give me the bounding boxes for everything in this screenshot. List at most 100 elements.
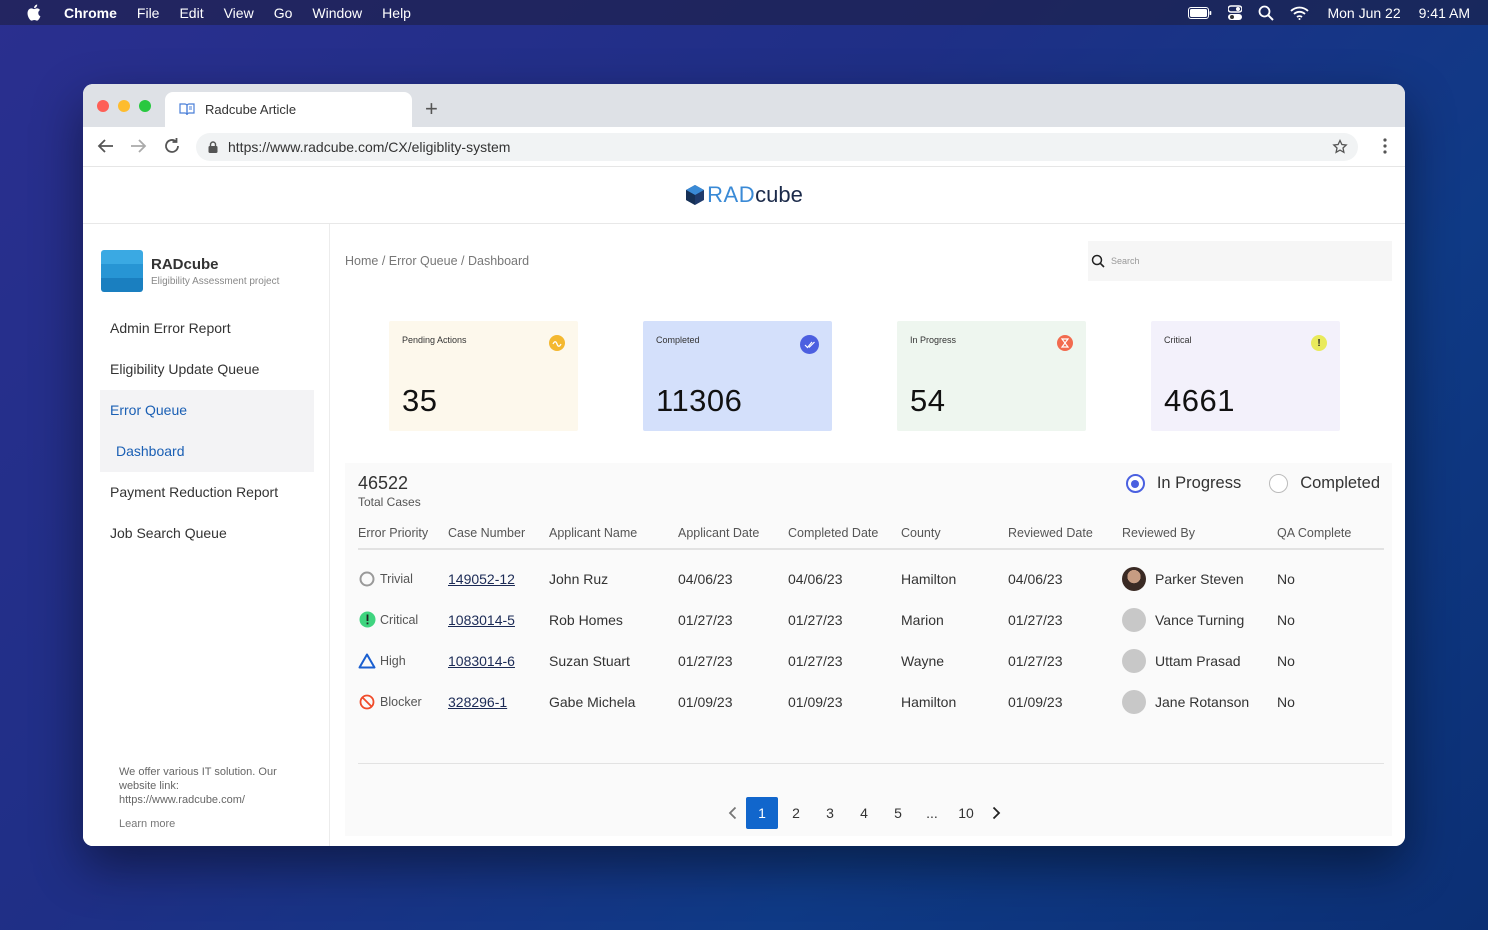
- chevron-right-icon[interactable]: [983, 797, 1009, 829]
- reviewer-cell: Uttam Prasad: [1122, 648, 1277, 673]
- address-bar[interactable]: https://www.radcube.com/CX/eligiblity-sy…: [196, 133, 1358, 161]
- double-check-icon: [800, 335, 819, 354]
- sidebar-footer-text: We offer various IT solution. Our websit…: [119, 766, 277, 806]
- avatar[interactable]: [1122, 607, 1146, 632]
- search-placeholder: Search: [1111, 256, 1140, 266]
- column-header-reviewed-date[interactable]: Reviewed Date: [1008, 517, 1122, 550]
- column-header-case-number[interactable]: Case Number: [448, 517, 549, 550]
- filter-in-progress-label[interactable]: In Progress: [1157, 474, 1241, 493]
- control-center-icon[interactable]: [1228, 4, 1243, 21]
- column-header-applicant-date[interactable]: Applicant Date: [678, 517, 788, 550]
- card-label: Critical: [1164, 335, 1192, 345]
- filter-completed-radio[interactable]: Completed: [1269, 474, 1380, 493]
- column-header-applicant-name[interactable]: Applicant Name: [549, 517, 678, 550]
- pending-clock-icon: [549, 335, 565, 351]
- url-text[interactable]: https://www.radcube.com/CX/eligiblity-sy…: [228, 139, 510, 155]
- tab-title: Radcube Article: [205, 102, 297, 117]
- menu-view[interactable]: View: [224, 5, 254, 21]
- reviewer-name: Uttam Prasad: [1155, 652, 1241, 669]
- radio-unselected-icon[interactable]: [1269, 474, 1289, 493]
- minimize-window-button[interactable]: [118, 100, 130, 112]
- page-3-button[interactable]: 3: [814, 797, 846, 829]
- search-input[interactable]: Search: [1088, 241, 1392, 281]
- menu-help[interactable]: Help: [382, 5, 411, 21]
- forward-arrow-icon[interactable]: [129, 137, 147, 155]
- project-logo: [101, 250, 143, 292]
- menu-bar: Chrome File Edit View Go Window Help Mon…: [0, 0, 1488, 25]
- page-10-button[interactable]: 10: [950, 797, 982, 829]
- card-label: Completed: [656, 335, 700, 345]
- qa-complete: No: [1277, 611, 1295, 628]
- avatar[interactable]: [1122, 566, 1146, 591]
- column-header-qa-complete[interactable]: QA Complete: [1277, 517, 1384, 550]
- table-row[interactable]: Critical 1083014-5 Rob Homes 01/27/23 01…: [358, 599, 1384, 640]
- sidebar-item-eligibility-update-queue[interactable]: Eligibility Update Queue: [100, 349, 314, 390]
- close-window-button[interactable]: [97, 100, 109, 112]
- stat-card-pending-actions[interactable]: Pending Actions 35: [389, 321, 578, 431]
- browser-tab[interactable]: Radcube Article: [165, 92, 412, 127]
- avatar[interactable]: [1122, 689, 1146, 714]
- page-4-button[interactable]: 4: [848, 797, 880, 829]
- high-triangle-icon: [358, 652, 376, 670]
- applicant-name: John Ruz: [549, 570, 609, 587]
- apple-icon[interactable]: [26, 4, 46, 21]
- reviewed-date: 01/27/23: [1008, 611, 1063, 628]
- sidebar-item-payment-reduction-report[interactable]: Payment Reduction Report: [100, 472, 314, 513]
- reviewer-name: Vance Turning: [1155, 611, 1245, 628]
- sidebar-header: RADcube Eligibility Assessment project: [101, 250, 279, 292]
- sidebar-item-dashboard[interactable]: Dashboard: [100, 431, 314, 472]
- wifi-icon[interactable]: [1290, 6, 1310, 20]
- browser-toolbar: https://www.radcube.com/CX/eligiblity-sy…: [83, 127, 1405, 167]
- table-row[interactable]: Trivial 149052-12 John Ruz 04/06/23 04/0…: [358, 549, 1384, 599]
- learn-more-link[interactable]: Learn more: [119, 817, 299, 831]
- menubar-date[interactable]: Mon Jun 22: [1327, 5, 1400, 21]
- stat-card-critical[interactable]: Critical ! 4661: [1151, 321, 1340, 431]
- reload-icon[interactable]: [163, 137, 181, 155]
- case-number-link[interactable]: 149052-12: [448, 571, 515, 587]
- column-header-completed-date[interactable]: Completed Date: [788, 517, 901, 550]
- qa-complete: No: [1277, 570, 1295, 587]
- zoom-window-button[interactable]: [139, 100, 151, 112]
- battery-icon[interactable]: [1188, 6, 1212, 19]
- filter-completed-label[interactable]: Completed: [1300, 474, 1380, 493]
- case-number-link[interactable]: 1083014-5: [448, 612, 515, 628]
- column-header-error-priority[interactable]: Error Priority: [358, 517, 448, 550]
- menu-app-name[interactable]: Chrome: [64, 5, 117, 21]
- new-tab-button[interactable]: +: [425, 96, 438, 122]
- radcube-logo[interactable]: RAD cube: [685, 182, 803, 208]
- column-header-reviewed-by[interactable]: Reviewed By: [1122, 517, 1277, 550]
- exclamation-icon: !: [1311, 335, 1327, 351]
- page-5-button[interactable]: 5: [882, 797, 914, 829]
- trivial-circle-icon: [358, 570, 376, 588]
- menu-go[interactable]: Go: [274, 5, 293, 21]
- column-header-county[interactable]: County: [901, 517, 1008, 550]
- stat-card-in-progress[interactable]: In Progress 54: [897, 321, 1086, 431]
- menubar-time[interactable]: 9:41 AM: [1419, 5, 1470, 21]
- table-row[interactable]: High 1083014-6 Suzan Stuart 01/27/23 01/…: [358, 640, 1384, 681]
- case-number-link[interactable]: 1083014-6: [448, 653, 515, 669]
- spotlight-search-icon[interactable]: [1258, 5, 1275, 21]
- breadcrumb[interactable]: Home / Error Queue / Dashboard: [345, 254, 529, 268]
- bookmark-star-icon[interactable]: [1332, 138, 1348, 158]
- menu-file[interactable]: File: [137, 5, 160, 21]
- stat-card-completed[interactable]: Completed 11306: [643, 321, 832, 431]
- lock-icon[interactable]: [208, 141, 218, 153]
- case-number-link[interactable]: 328296-1: [448, 694, 507, 710]
- avatar[interactable]: [1122, 648, 1146, 673]
- filter-in-progress-radio[interactable]: In Progress: [1125, 474, 1241, 493]
- browser-menu-icon[interactable]: [1383, 138, 1387, 159]
- radio-selected-icon[interactable]: [1125, 474, 1145, 493]
- page-2-button[interactable]: 2: [780, 797, 812, 829]
- sidebar-item-job-search-queue[interactable]: Job Search Queue: [100, 513, 314, 554]
- chevron-left-icon[interactable]: [719, 797, 745, 829]
- sidebar-item-admin-error-report[interactable]: Admin Error Report: [100, 308, 314, 349]
- priority-label: Trivial: [380, 571, 413, 586]
- menu-window[interactable]: Window: [312, 5, 362, 21]
- tab-strip: Radcube Article +: [83, 84, 1405, 127]
- menu-edit[interactable]: Edit: [179, 5, 203, 21]
- table-row[interactable]: Blocker 328296-1 Gabe Michela 01/09/23 0…: [358, 681, 1384, 722]
- total-cases-label: Total Cases: [358, 495, 421, 509]
- page-1-button[interactable]: 1: [746, 797, 778, 829]
- sidebar-item-error-queue[interactable]: Error Queue: [100, 390, 314, 431]
- back-arrow-icon[interactable]: [97, 137, 115, 155]
